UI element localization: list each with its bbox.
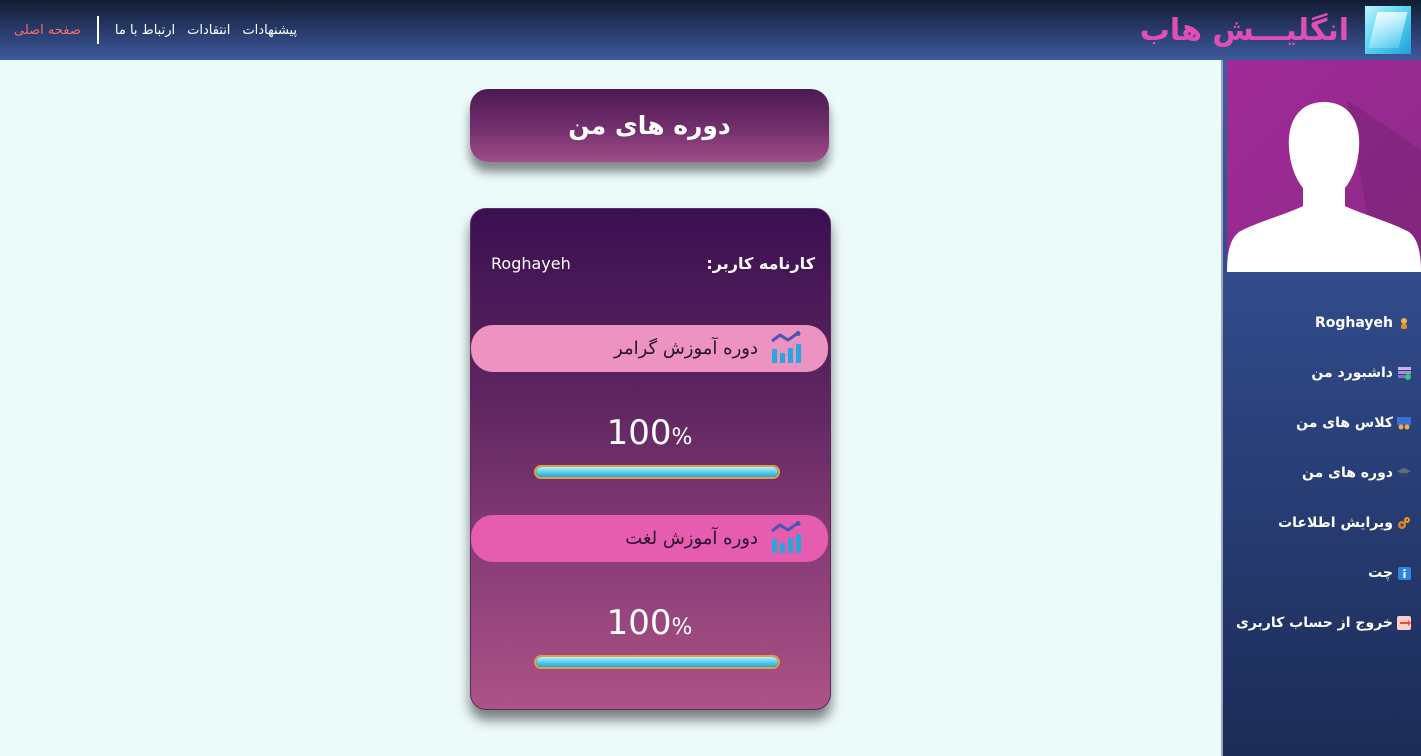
- sidebar-item-courses[interactable]: دوره های من: [1223, 448, 1421, 498]
- nav-contact-link[interactable]: ارتباط با ما: [109, 23, 181, 38]
- top-navbar: صفحه اصلی ارتباط با ما انتقادات پیشنهادا…: [0, 0, 1421, 60]
- sidebar-item-logout[interactable]: خروج از حساب کاربری: [1223, 598, 1421, 648]
- course-name: دوره آموزش لغت: [625, 528, 758, 549]
- progress-fill: [536, 657, 778, 667]
- sidebar-item-label: کلاس های من: [1296, 415, 1393, 431]
- course-grammar[interactable]: دوره آموزش گرامر: [471, 325, 828, 372]
- nav-suggestions-link[interactable]: پیشنهادات: [236, 23, 303, 38]
- progress-value: 100: [606, 413, 672, 453]
- sidebar-item-label: خروج از حساب کاربری: [1236, 615, 1393, 631]
- progress-fill: [536, 467, 778, 477]
- gears-icon: [1397, 516, 1411, 530]
- sidebar-item-label: ویرایش اطلاعات: [1278, 515, 1393, 531]
- dashboard-icon: [1397, 366, 1411, 380]
- nav-divider: [96, 16, 99, 44]
- brand-title[interactable]: انگلیـــش هاب: [1140, 13, 1349, 48]
- course-progress-bar: [534, 655, 780, 669]
- classroom-icon: [1397, 416, 1411, 430]
- sidebar-item-label: داشبورد من: [1311, 365, 1393, 381]
- page-title: دوره های من: [568, 111, 731, 140]
- courses-card: کارنامه کاربر: Roghayeh دوره آموزش گرامر…: [470, 208, 831, 710]
- sidebar-item-classes[interactable]: کلاس های من: [1223, 398, 1421, 448]
- course-name: دوره آموزش گرامر: [614, 338, 758, 359]
- progress-sign: %: [671, 615, 693, 640]
- course-progress-text: 100%: [471, 413, 828, 458]
- brand[interactable]: انگلیـــش هاب: [1140, 5, 1411, 55]
- report-card-label: کارنامه کاربر:: [706, 254, 815, 273]
- page-title-card: دوره های من: [470, 89, 829, 162]
- top-nav-links: صفحه اصلی ارتباط با ما انتقادات پیشنهادا…: [0, 0, 303, 60]
- sidebar-item-label: دوره های من: [1301, 465, 1393, 481]
- nav-home-link[interactable]: صفحه اصلی: [8, 23, 87, 38]
- chart-growth-icon: [770, 520, 804, 557]
- sidebar-item-profile[interactable]: Roghayeh: [1223, 298, 1421, 348]
- sidebar-item-dashboard[interactable]: داشبورد من: [1223, 348, 1421, 398]
- avatar: [1227, 60, 1421, 272]
- course-progress-text: 100%: [471, 603, 828, 648]
- nav-critiques-link[interactable]: انتقادات: [181, 23, 236, 38]
- info-icon: [1397, 566, 1411, 580]
- chart-growth-icon: [770, 330, 804, 367]
- course-progress-bar: [534, 465, 780, 479]
- sidebar-item-chat[interactable]: چت: [1223, 548, 1421, 598]
- logout-icon: [1397, 616, 1411, 630]
- progress-sign: %: [671, 425, 693, 450]
- sidebar-menu: Roghayeh داشبورد من کلاس های من دوره های…: [1223, 298, 1421, 648]
- sidebar: Roghayeh داشبورد من کلاس های من دوره های…: [1221, 60, 1421, 756]
- logo-icon[interactable]: [1365, 6, 1411, 54]
- course-vocabulary[interactable]: دوره آموزش لغت: [471, 515, 828, 562]
- sidebar-item-edit-profile[interactable]: ویرایش اطلاعات: [1223, 498, 1421, 548]
- person-icon: [1397, 316, 1411, 330]
- graduation-cap-icon: [1397, 466, 1411, 480]
- sidebar-item-label: Roghayeh: [1315, 315, 1393, 331]
- report-username: Roghayeh: [491, 254, 571, 273]
- sidebar-item-label: چت: [1368, 565, 1393, 581]
- user-silhouette-icon: [1227, 100, 1421, 272]
- progress-value: 100: [606, 603, 672, 643]
